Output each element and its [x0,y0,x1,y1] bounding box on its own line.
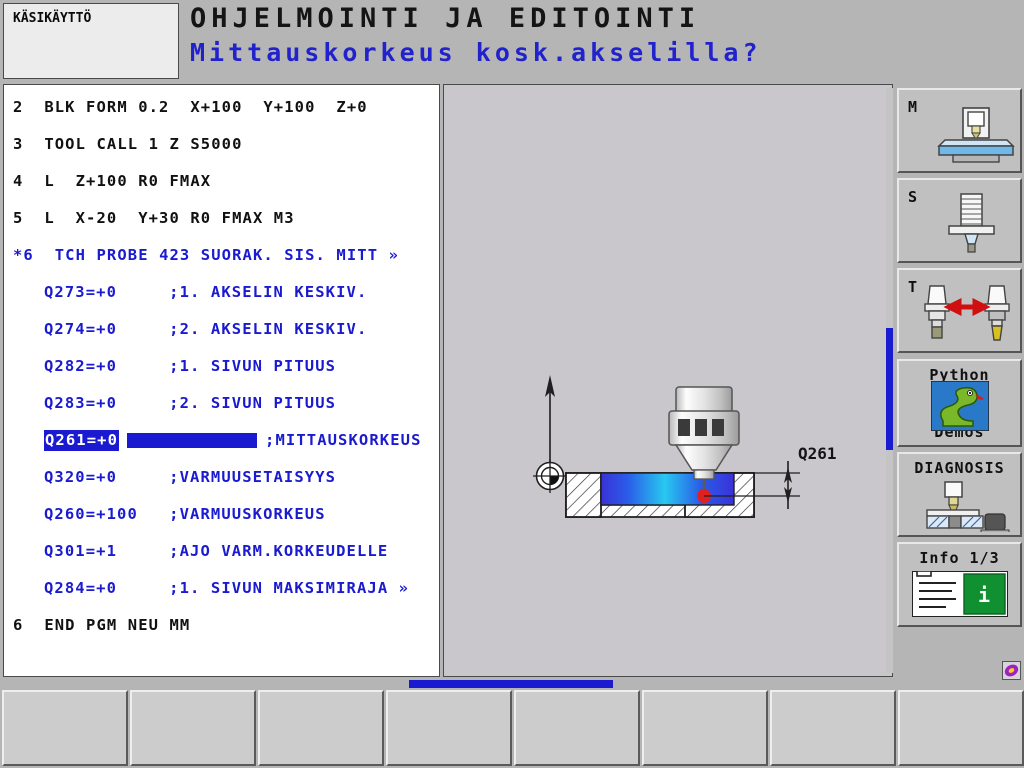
program-line[interactable]: 5 L X-20 Y+30 R0 FMAX M3 [4,200,439,237]
spindle-tool-icon [941,192,1001,258]
program-line-number: *6 [13,246,34,264]
program-line[interactable]: Q301=+1 ;AJO VARM.KORKEUDELLE [4,533,439,570]
program-line[interactable]: Q261=+0 ;MITTAUSKORKEUS [4,422,439,459]
softkey-info[interactable]: Info 1/3 i [897,542,1022,627]
diagnosis-machine-icon [911,480,1011,535]
program-line[interactable]: Q284=+0 ;1. SIVUN MAKSIMIRAJA » [4,570,439,607]
bottom-softkey-8[interactable] [898,690,1024,766]
program-line-text: Q274=+0 ;2. AKSELIN KESKIV. [44,320,368,338]
right-softkey-column: M S T Python Demos DIAGNOSIS Info 1/3 i [897,88,1022,632]
softkey-spindle-speed[interactable]: S [897,178,1022,263]
softkey-label: S [908,188,919,206]
softkey-m-functions[interactable]: M [897,88,1022,173]
operating-mode-label: KÄSIKÄYTTÖ [13,11,92,26]
svg-text:i: i [978,583,990,607]
bottom-softkey-6[interactable] [642,690,768,766]
softkey-label: DIAGNOSIS [914,459,1005,477]
program-line-number: 3 [13,135,24,153]
cnc-control-screen: KÄSIKÄYTTÖ OHJELMOINTI JA EDITOINTI Mitt… [0,0,1024,768]
program-line[interactable]: Q320=+0 ;VARMUUSETAISYYS [4,459,439,496]
program-line[interactable]: Q273=+0 ;1. AKSELIN KESKIV. [4,274,439,311]
program-line-text: TCH PROBE 423 SUORAK. SIS. MITT » [54,246,399,264]
program-line[interactable]: Q260=+100 ;VARMUUSKORKEUS [4,496,439,533]
program-line-number: 6 [13,616,24,634]
softkey-diagnosis[interactable]: DIAGNOSIS [897,452,1022,537]
bottom-softkey-7[interactable] [770,690,896,766]
softkey-python-demos[interactable]: Python Demos [897,359,1022,447]
dimension-label-q261: Q261 [798,444,837,463]
info-document-icon: i [911,570,1009,621]
header-bar: KÄSIKÄYTTÖ OHJELMOINTI JA EDITOINTI Mitt… [0,0,1024,83]
program-line-text: Q301=+1 ;AJO VARM.KORKEUDELLE [44,542,389,560]
bottom-softkey-2[interactable] [130,690,256,766]
program-line[interactable]: *6 TCH PROBE 423 SUORAK. SIS. MITT » [4,237,439,274]
program-line[interactable]: Q283=+0 ;2. SIVUN PITUUS [4,385,439,422]
program-line[interactable]: 2 BLK FORM 0.2 X+100 Y+100 Z+0 [4,89,439,126]
help-graphics-panel: Q261 [443,84,893,677]
python-snake-icon [930,380,990,435]
program-line-text: Q320=+0 ;VARMUUSETAISYYS [44,468,337,486]
graphics-scrollbar[interactable] [886,88,893,673]
program-line-text: TOOL CALL 1 Z S5000 [44,135,243,153]
softkey-label: Info 1/3 [919,549,1000,567]
bottom-softkey-4[interactable] [386,690,512,766]
dialog-prompt: Mittauskorkeus kosk.akselilla? [190,38,762,67]
active-parameter-field[interactable]: Q261=+0 [44,430,120,451]
softkey-tool-call[interactable]: T [897,268,1022,353]
program-line-text: BLK FORM 0.2 X+100 Y+100 Z+0 [44,98,368,116]
page-title: OHJELMOINTI JA EDITOINTI [190,3,701,34]
program-line-text: L X-20 Y+30 R0 FMAX M3 [44,209,295,227]
probe-cycle-diagram: Q261 [533,375,837,518]
softkey-label: M [908,98,919,116]
program-line-text: Q260=+100 ;VARMUUSKORKEUS [44,505,326,523]
smartselect-icon[interactable] [1002,661,1021,680]
program-line-text: Q273=+0 ;1. AKSELIN KESKIV. [44,283,368,301]
bottom-softkey-3[interactable] [258,690,384,766]
operating-mode-tab[interactable]: KÄSIKÄYTTÖ [3,3,179,79]
program-line[interactable]: Q282=+0 ;1. SIVUN PITUUS [4,348,439,385]
machine-table-icon [931,106,1017,168]
program-line[interactable]: 3 TOOL CALL 1 Z S5000 [4,126,439,163]
program-line[interactable]: 4 L Z+100 R0 FMAX [4,163,439,200]
title-block: OHJELMOINTI JA EDITOINTI Mittauskorkeus … [190,2,762,70]
program-line-text: Q283=+0 ;2. SIVUN PITUUS [44,394,337,412]
parameter-comment: ;MITTAUSKORKEUS [265,431,422,449]
program-line-number: 2 [13,98,24,116]
program-line-number: 4 [13,172,24,190]
program-line[interactable]: 6 END PGM NEU MM [4,607,439,644]
program-line-number: 5 [13,209,24,227]
program-line-text: L Z+100 R0 FMAX [44,172,212,190]
input-cursor-bar [127,433,258,448]
program-listing-panel[interactable]: 2 BLK FORM 0.2 X+100 Y+100 Z+0 3 TOOL CAL… [3,84,440,677]
program-line[interactable]: Q274=+0 ;2. AKSELIN KESKIV. [4,311,439,348]
bottom-softkey-bar [0,688,1024,768]
bottom-softkey-5[interactable] [514,690,640,766]
program-line-text: Q282=+0 ;1. SIVUN PITUUS [44,357,337,375]
datum-origin-icon [533,459,567,493]
softkey-page-indicator [409,680,613,688]
dimension-q261 [784,461,792,509]
graphics-scrollbar-thumb[interactable] [886,328,893,450]
program-line-text: END PGM NEU MM [44,616,191,634]
program-line-text: Q284=+0 ;1. SIVUN MAKSIMIRAJA » [44,579,410,597]
tool-change-icon [915,284,1019,348]
bottom-softkey-1[interactable] [2,690,128,766]
